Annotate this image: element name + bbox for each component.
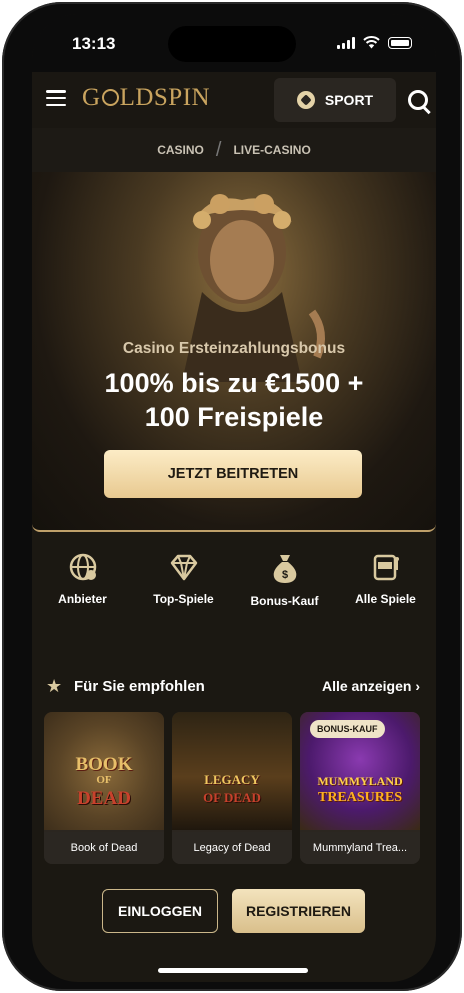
star-icon: ★ bbox=[46, 676, 63, 696]
category-all-games[interactable]: Alle Spiele bbox=[335, 544, 436, 628]
tab-live-casino[interactable]: LIVE-CASINO bbox=[233, 143, 310, 157]
slot-machine-icon bbox=[373, 554, 399, 581]
screen: 13:13 G LDSPIN SPORT CASINO / LIVE-CASIN… bbox=[32, 14, 436, 982]
home-indicator[interactable] bbox=[158, 968, 308, 973]
game-art-text: OF bbox=[96, 774, 112, 786]
bonus-buy-badge: BONUS-KAUF bbox=[310, 720, 385, 738]
game-art-text: MUMMYLAND bbox=[317, 774, 403, 788]
register-button[interactable]: REGISTRIEREN bbox=[232, 889, 365, 933]
login-button[interactable]: EINLOGGEN bbox=[102, 889, 218, 933]
search-icon[interactable] bbox=[408, 90, 428, 110]
money-bag-icon: $ bbox=[273, 555, 296, 583]
game-art-text: DEAD bbox=[77, 788, 131, 809]
game-art-text: BOOK bbox=[75, 754, 133, 775]
game-thumbnail: BOOK OF DEAD bbox=[44, 712, 164, 830]
category-label: Top-Spiele bbox=[153, 592, 214, 606]
game-title: Book of Dead bbox=[44, 832, 164, 864]
sport-label: SPORT bbox=[324, 92, 374, 108]
phone-frame: 13:13 G LDSPIN SPORT CASINO / LIVE-CASIN… bbox=[2, 2, 462, 991]
hero-title-line1: 100% bis zu €1500 + bbox=[104, 368, 364, 398]
game-art-text: OF DEAD bbox=[203, 790, 261, 805]
category-bonus-buy[interactable]: $ Bonus-Kauf bbox=[234, 544, 335, 628]
dynamic-island bbox=[168, 26, 296, 62]
globe-icon bbox=[69, 553, 96, 581]
games-carousel: BOOK OF DEAD Book of Dead LEGACY OF DEAD… bbox=[44, 712, 436, 868]
category-top-games[interactable]: Top-Spiele bbox=[133, 544, 234, 628]
category-label: Anbieter bbox=[58, 592, 107, 606]
sport-button[interactable]: SPORT bbox=[274, 78, 396, 122]
game-card-mummyland-treasures[interactable]: BONUS-KAUF MUMMYLAND TREASURES Mummyland… bbox=[300, 712, 420, 864]
recommended-header: ★ Für Sie empfohlen Alle anzeigen › bbox=[32, 672, 436, 700]
show-all-label: Alle anzeigen bbox=[321, 678, 412, 694]
hero-subtitle: Casino Ersteinzahlungsbonus bbox=[122, 340, 346, 357]
game-art-text: TREASURES bbox=[317, 790, 403, 805]
hero-title-line2: 100 Freispiele bbox=[144, 402, 324, 432]
wifi-icon bbox=[363, 36, 380, 49]
category-providers[interactable]: Anbieter bbox=[32, 544, 133, 628]
hero-banner[interactable]: Casino Ersteinzahlungsbonus 100% bis zu … bbox=[32, 172, 436, 532]
hero-goddess-image bbox=[182, 194, 325, 382]
soccer-ball-icon bbox=[296, 91, 315, 109]
game-thumbnail: BONUS-KAUF MUMMYLAND TREASURES bbox=[300, 712, 420, 830]
logo[interactable]: G LDSPIN bbox=[82, 84, 210, 112]
diamond-icon bbox=[170, 554, 197, 581]
category-row: Anbieter Top-Spiele $ Bonus-Kauf Alle Sp… bbox=[32, 544, 436, 628]
game-title: Legacy of Dead bbox=[172, 832, 292, 864]
menu-icon[interactable] bbox=[46, 90, 66, 106]
top-navigation: G LDSPIN SPORT bbox=[32, 72, 436, 128]
game-art-text: LEGACY bbox=[204, 772, 260, 787]
game-card-legacy-of-dead[interactable]: LEGACY OF DEAD Legacy of Dead bbox=[172, 712, 292, 864]
game-title: Mummyland Trea... bbox=[300, 832, 420, 864]
status-bar: 13:13 bbox=[32, 14, 436, 72]
category-label: Bonus-Kauf bbox=[250, 594, 319, 608]
game-card-book-of-dead[interactable]: BOOK OF DEAD Book of Dead bbox=[44, 712, 164, 864]
game-thumbnail: LEGACY OF DEAD bbox=[172, 712, 292, 830]
battery-icon bbox=[388, 36, 412, 49]
svg-text:$: $ bbox=[281, 569, 287, 581]
show-all-link[interactable]: Alle anzeigen › bbox=[322, 678, 420, 694]
status-time: 13:13 bbox=[72, 34, 116, 53]
chevron-right-icon: › bbox=[415, 678, 420, 694]
join-now-button[interactable]: JETZT BEITRETEN bbox=[104, 450, 362, 498]
category-label: Alle Spiele bbox=[355, 592, 416, 606]
recommended-title: Für Sie empfohlen bbox=[74, 678, 205, 695]
breadcrumb-separator: / bbox=[215, 138, 222, 161]
hero-title: 100% bis zu €1500 + 100 Freispiele bbox=[52, 366, 416, 434]
breadcrumb: CASINO / LIVE-CASINO bbox=[32, 128, 436, 172]
tab-casino[interactable]: CASINO bbox=[157, 143, 204, 157]
signal-icon bbox=[337, 36, 355, 49]
system-icons bbox=[337, 36, 412, 49]
